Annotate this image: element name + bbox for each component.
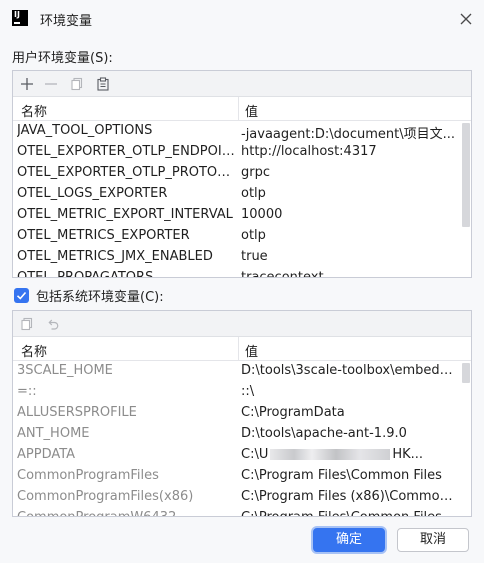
var-value-cell: C:\ProgramData xyxy=(241,405,345,420)
close-icon xyxy=(460,13,472,25)
var-value-cell: C:\Program Files\Common Files xyxy=(241,468,442,483)
include-system-label: 包括系统环境变量(C): xyxy=(36,289,164,305)
column-name-header[interactable]: 名称 xyxy=(21,341,47,360)
minus-icon xyxy=(45,83,57,85)
var-value-cell: ::\ xyxy=(241,384,255,399)
include-system-vars[interactable]: 包括系统环境变量(C): xyxy=(14,286,164,305)
var-name-cell: CommonProgramFiles xyxy=(17,468,159,483)
checkmark-icon xyxy=(16,291,27,300)
user-vars-toolbar xyxy=(13,71,471,97)
table-row[interactable]: OTEL_METRICS_EXPORTER otlp xyxy=(13,226,461,247)
title-bar: IJ 环境变量 xyxy=(0,0,484,38)
redacted-region xyxy=(270,449,391,460)
var-value-cell: C:\Program Files\Common Files xyxy=(241,510,457,516)
var-value-cell: grpc xyxy=(241,165,270,180)
column-name-header[interactable]: 名称 xyxy=(21,101,47,120)
undo-icon xyxy=(48,319,59,330)
table-row[interactable]: CommonProgramW6432 C:\Program Files\Commo… xyxy=(13,508,461,516)
var-name-cell: CommonProgramW6432 xyxy=(17,510,237,516)
app-icon-text: IJ xyxy=(14,10,20,19)
window-title: 环境变量 xyxy=(40,14,93,29)
system-vars-table-body: 3SCALE_HOME D:\tools\3scale-toolbox\embed… xyxy=(13,361,461,516)
var-value-cell: D:\tools\3scale-toolbox\embedd... xyxy=(241,363,457,378)
user-vars-panel: 名称 值 JAVA_TOOL_OPTIONS -javaagent:D:\docu… xyxy=(12,70,472,278)
intellij-app-icon: IJ xyxy=(12,10,28,26)
copy-icon xyxy=(71,77,83,91)
system-vars-panel: 名称 值 3SCALE_HOME D:\tools\3scale-toolbox\… xyxy=(12,310,472,517)
system-copy-button[interactable] xyxy=(18,315,36,333)
var-name-cell: ANT_HOME xyxy=(17,426,90,441)
column-value-header[interactable]: 值 xyxy=(245,101,258,120)
system-vars-scrollbar[interactable] xyxy=(462,363,470,383)
user-vars-scrollbar[interactable] xyxy=(462,123,470,227)
var-name-cell: JAVA_TOOL_OPTIONS xyxy=(17,123,153,138)
table-row[interactable]: OTEL_EXPORTER_OTLP_ENDPOINT http://localh… xyxy=(13,142,461,163)
var-value-cell: otlp xyxy=(241,186,266,201)
system-vars-toolbar xyxy=(13,311,471,337)
system-vars-table-header: 名称 值 xyxy=(13,337,471,361)
var-name-cell: OTEL_PROPAGATORS xyxy=(17,270,154,278)
var-name-cell: 3SCALE_HOME xyxy=(17,363,113,378)
paste-icon xyxy=(97,77,109,91)
user-vars-label: 用户环境变量(S): xyxy=(12,51,113,66)
plus-icon xyxy=(21,78,33,90)
user-vars-table-body: JAVA_TOOL_OPTIONS -javaagent:D:\document\… xyxy=(13,121,461,278)
table-row[interactable]: OTEL_LOGS_EXPORTER otlp xyxy=(13,184,461,205)
var-value-cell: C:\Program Files (x86)\Common ... xyxy=(241,489,457,504)
var-name-cell: OTEL_EXPORTER_OTLP_ENDPOINT xyxy=(17,144,237,159)
var-value-cell: tracecontext xyxy=(241,270,324,278)
table-row[interactable]: ALLUSERSPROFILE C:\ProgramData xyxy=(13,403,461,424)
revert-button[interactable] xyxy=(44,315,62,333)
var-value-cell: otlp xyxy=(241,228,266,243)
remove-button[interactable] xyxy=(42,75,60,93)
user-vars-table-header: 名称 值 xyxy=(13,97,471,121)
var-name-cell: OTEL_METRICS_JMX_ENABLED xyxy=(17,249,213,264)
copy-icon xyxy=(21,317,33,331)
var-name-cell: CommonProgramFiles(x86) xyxy=(17,489,194,504)
var-name-cell: OTEL_METRIC_EXPORT_INTERVAL xyxy=(17,207,233,222)
add-button[interactable] xyxy=(18,75,36,93)
ok-button[interactable]: 确定 xyxy=(313,528,385,552)
var-value-cell: 10000 xyxy=(241,207,283,222)
var-value-cell: -javaagent:D:\document\项目文... xyxy=(241,127,455,142)
table-row[interactable]: OTEL_PROPAGATORS tracecontext xyxy=(13,268,461,278)
table-row[interactable]: =::::\ xyxy=(13,382,461,403)
var-name-cell: =:: xyxy=(17,384,37,399)
var-value-cell: C:\U HK... xyxy=(241,447,424,462)
table-row[interactable]: ANT_HOME D:\tools\apache-ant-1.9.0 xyxy=(13,424,461,445)
var-name-cell: ALLUSERSPROFILE xyxy=(17,405,137,420)
paste-button[interactable] xyxy=(94,75,112,93)
var-value-cell: D:\tools\apache-ant-1.9.0 xyxy=(241,426,407,441)
var-name-cell: OTEL_EXPORTER_OTLP_PROTOC... xyxy=(17,165,237,180)
copy-button[interactable] xyxy=(68,75,86,93)
table-row[interactable]: CommonProgramFiles C:\Program Files\Commo… xyxy=(13,466,461,487)
include-system-checkbox[interactable] xyxy=(14,287,29,303)
table-row[interactable]: OTEL_METRIC_EXPORT_INTERVAL 10000 xyxy=(13,205,461,226)
table-row[interactable]: OTEL_EXPORTER_OTLP_PROTOC... grpc xyxy=(13,163,461,184)
table-row[interactable]: 3SCALE_HOME D:\tools\3scale-toolbox\embed… xyxy=(13,361,461,382)
table-row[interactable]: JAVA_TOOL_OPTIONS -javaagent:D:\document\… xyxy=(13,121,461,142)
var-value-cell: true xyxy=(241,249,268,264)
column-value-header[interactable]: 值 xyxy=(245,341,258,360)
table-row[interactable]: OTEL_METRICS_JMX_ENABLED true xyxy=(13,247,461,268)
close-button[interactable] xyxy=(456,9,476,29)
var-name-cell: OTEL_LOGS_EXPORTER xyxy=(17,186,168,201)
table-row[interactable]: APPDATA C:\U HK... xyxy=(13,445,461,466)
cancel-button[interactable]: 取消 xyxy=(397,528,469,552)
var-name-cell: OTEL_METRICS_EXPORTER xyxy=(17,228,190,243)
var-value-cell: http://localhost:4317 xyxy=(241,144,377,159)
table-row[interactable]: CommonProgramFiles(x86) C:\Program Files … xyxy=(13,487,461,508)
var-name-cell: APPDATA xyxy=(17,447,76,462)
